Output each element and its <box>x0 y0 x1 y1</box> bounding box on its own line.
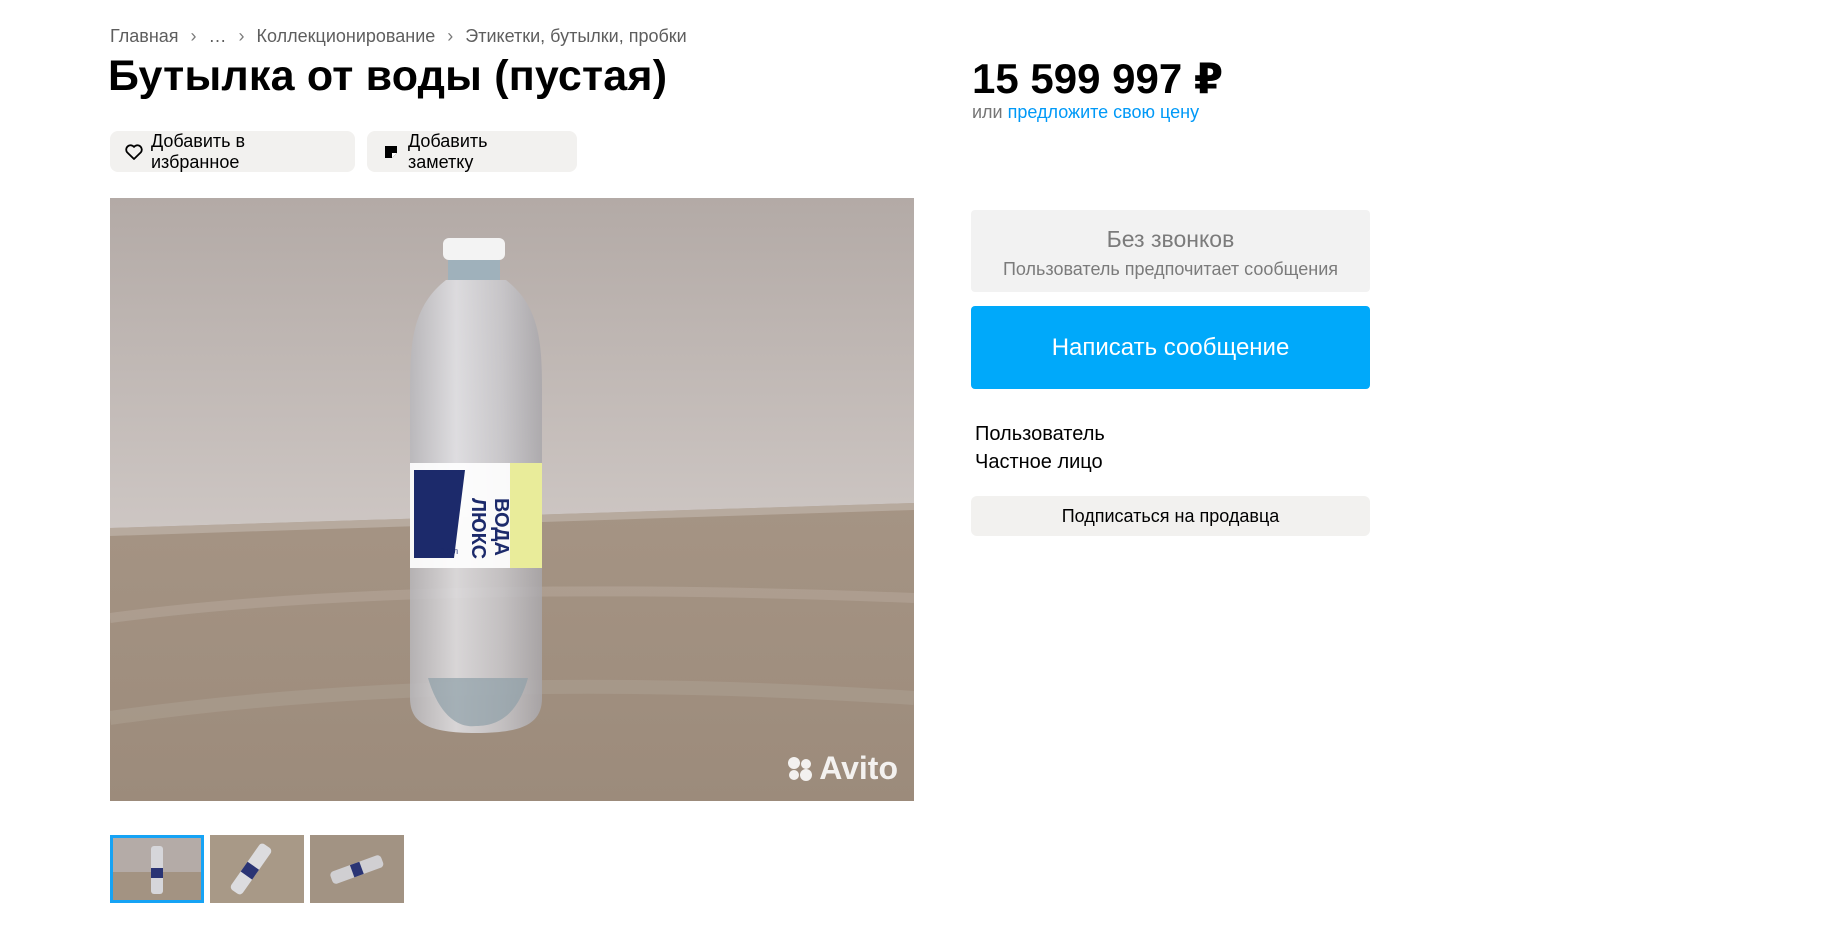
thumbnail-2[interactable] <box>210 835 304 903</box>
breadcrumb: Главная › … › Коллекционирование › Этике… <box>110 26 687 47</box>
thumbnail-1[interactable] <box>110 835 204 903</box>
thumbnail-image <box>210 835 304 903</box>
note-icon <box>381 142 401 162</box>
price-offer: или предложите свою цену <box>972 102 1199 123</box>
add-favorite-button[interactable]: Добавить в избранное <box>110 131 355 172</box>
add-note-button[interactable]: Добавить заметку <box>367 131 577 172</box>
price-offer-prefix: или <box>972 102 1003 122</box>
subscribe-seller-button[interactable]: Подписаться на продавца <box>971 496 1370 536</box>
breadcrumb-labels-bottles[interactable]: Этикетки, бутылки, пробки <box>465 26 686 47</box>
breadcrumb-separator: › <box>447 26 454 46</box>
breadcrumb-home[interactable]: Главная <box>110 26 179 47</box>
no-calls-subtitle: Пользователь предпочитает сообщения <box>1002 259 1339 279</box>
breadcrumb-separator: › <box>190 26 197 46</box>
suggest-price-link[interactable]: предложите свою цену <box>1008 102 1199 122</box>
avito-logo-icon <box>788 756 813 781</box>
breadcrumb-ellipsis[interactable]: … <box>209 26 227 47</box>
price: 15 599 997 ₽ <box>972 55 1224 102</box>
bottle-label-brand-bottom: ВОДА <box>490 498 512 556</box>
bottle-label-brand-top: ЛЮКС <box>467 498 489 559</box>
page-title: Бутылка от воды (пустая) <box>108 52 668 100</box>
seller-name[interactable]: Пользователь <box>975 423 1105 446</box>
thumbnail-image <box>310 835 404 903</box>
bottle-photo-image: ЛЮКС ВОДА 0,5 л <box>110 198 914 801</box>
thumbnail-3[interactable] <box>310 835 404 903</box>
avito-watermark: Avito <box>785 750 898 787</box>
breadcrumb-separator: › <box>238 26 245 46</box>
bottle-label-volume: 0,5 л <box>440 547 458 556</box>
heart-icon <box>124 142 144 162</box>
breadcrumb-collecting[interactable]: Коллекционирование <box>257 26 436 47</box>
photo-thumbnails <box>110 835 404 903</box>
main-photo[interactable]: ЛЮКС ВОДА 0,5 л Avito <box>110 198 914 801</box>
add-note-label: Добавить заметку <box>408 130 488 172</box>
avito-watermark-text: Avito <box>819 750 898 786</box>
no-calls-title: Без звонков <box>1106 226 1235 252</box>
thumbnail-image <box>113 838 201 900</box>
seller-type: Частное лицо <box>975 451 1103 473</box>
no-calls-notice: Без звонков Пользователь предпочитает со… <box>971 210 1370 292</box>
write-message-button[interactable]: Написать сообщение <box>971 306 1370 389</box>
add-favorite-label: Добавить в избранное <box>151 130 246 172</box>
